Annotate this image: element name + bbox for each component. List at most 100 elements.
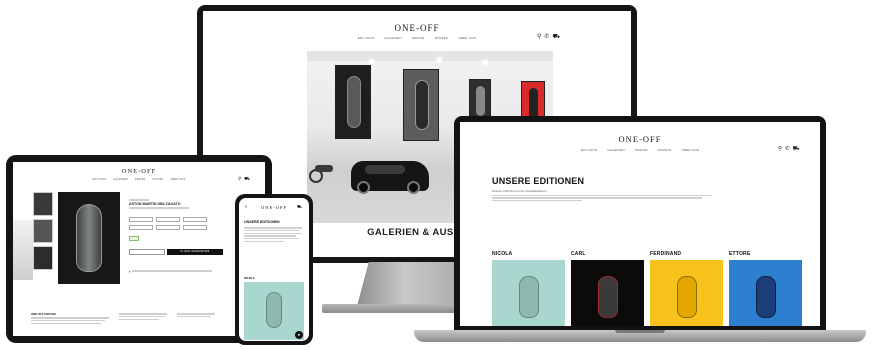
frame-option[interactable] xyxy=(156,224,180,230)
editions-intro xyxy=(244,226,304,243)
car-topview xyxy=(76,204,102,272)
ceiling xyxy=(307,51,553,61)
truck-icon: ▪ xyxy=(129,268,131,274)
search-icon[interactable]: ⚲ xyxy=(537,33,541,41)
site-logo[interactable]: ONE-OFF xyxy=(203,23,631,33)
wall-artwork xyxy=(335,65,371,139)
edition-name: FERDINAND xyxy=(650,251,682,257)
edition-name: ETTORE xyxy=(729,251,751,257)
edition-card-ferdinand[interactable]: FERDINAND xyxy=(650,251,723,326)
nav-item-wissen[interactable]: WISSEN xyxy=(435,36,449,40)
site-logo[interactable]: ONE-OFF xyxy=(13,168,265,175)
info-blocks: ONE-OFF EDITION xyxy=(31,312,231,336)
phone-icon[interactable]: ✆ xyxy=(785,146,790,153)
nav-item-editions[interactable]: EDITIONS xyxy=(93,178,107,181)
nav-item-editions[interactable]: EDITIONS xyxy=(358,36,375,40)
laptop-screen: ONE-OFF EDITIONS GALERIEN PREISE WISSEN … xyxy=(460,122,820,326)
ceiling-light xyxy=(437,57,442,62)
tablet-screen: ONE-OFF EDITIONS GALERIEN PREISE WISSEN … xyxy=(13,162,265,336)
main-nav: EDITIONS GALERIEN PREISE WISSEN ÜBER UNS xyxy=(13,178,265,181)
smartphone: ONE-OFF ≡ ⛟ UNSERE EDITIONEN NICOLA ● xyxy=(235,194,313,345)
edition-image[interactable] xyxy=(729,260,802,326)
wall-artwork xyxy=(469,79,491,121)
phone-screen: ONE-OFF ≡ ⛟ UNSERE EDITIONEN NICOLA ● xyxy=(239,198,309,341)
phone-icon[interactable]: ✆ xyxy=(544,33,549,41)
nav-item-galerien[interactable]: GALERIEN xyxy=(607,148,625,152)
search-icon[interactable]: ⚲ xyxy=(238,176,241,183)
header-icons: ⚲ ✆ ⛟ xyxy=(537,33,560,41)
edition-card-ettore[interactable]: ETTORE xyxy=(729,251,802,326)
editions-heading: UNSERE EDITIONEN xyxy=(244,220,280,224)
add-to-cart-button[interactable]: IN DEN WARENKORB xyxy=(167,248,223,255)
nav-item-preise[interactable]: PREISE xyxy=(635,148,648,152)
shipping-note: ▪ xyxy=(129,269,225,274)
size-option[interactable] xyxy=(129,216,153,222)
black-car xyxy=(351,161,429,194)
thumbnail[interactable] xyxy=(33,219,53,243)
header-icons: ⚲ ✆ ⛟ xyxy=(778,146,800,153)
menu-icon[interactable]: ≡ xyxy=(245,204,247,209)
size-option[interactable] xyxy=(156,216,180,222)
edition-image[interactable] xyxy=(571,260,644,326)
nav-item-wissen[interactable]: WISSEN xyxy=(658,148,672,152)
nav-item-editions[interactable]: EDITIONS xyxy=(581,148,598,152)
frame-options xyxy=(129,224,225,230)
laptop-notch xyxy=(615,330,665,333)
nav-item-wissen[interactable]: WISSEN xyxy=(152,178,163,181)
frame-option[interactable] xyxy=(183,224,207,230)
nav-item-preise[interactable]: PREISE xyxy=(135,178,146,181)
cart-icon[interactable]: ⛟ xyxy=(793,146,800,153)
product-image[interactable] xyxy=(58,192,120,284)
edition-card-carl[interactable]: CARL xyxy=(571,251,644,326)
edition-image[interactable] xyxy=(244,282,304,340)
quantity-field[interactable] xyxy=(129,248,165,255)
edition-image[interactable] xyxy=(492,260,565,326)
info-block: ONE-OFF EDITION xyxy=(31,312,111,336)
laptop: ONE-OFF EDITIONS GALERIEN PREISE WISSEN … xyxy=(454,116,826,332)
nav-item-ueber-uns[interactable]: ÜBER UNS xyxy=(171,178,186,181)
tablet: ONE-OFF EDITIONS GALERIEN PREISE WISSEN … xyxy=(6,155,272,343)
info-block xyxy=(177,312,217,336)
edition-card-nicola[interactable]: NICOLA xyxy=(492,251,565,326)
car-topview xyxy=(518,276,539,318)
car-topview xyxy=(266,292,282,328)
cart-icon[interactable]: ⛟ xyxy=(552,33,560,41)
product-title: ASTON MARTIN DB4 ZAGATO xyxy=(129,201,181,206)
chat-button[interactable]: ● xyxy=(295,331,303,339)
cart-icon[interactable]: ⛟ xyxy=(297,204,302,210)
thumbnail-list xyxy=(33,192,53,282)
size-options xyxy=(129,216,225,222)
nav-item-ueber-uns[interactable]: ÜBER UNS xyxy=(458,36,476,40)
edition-image[interactable] xyxy=(650,260,723,326)
thumbnail[interactable] xyxy=(33,246,53,270)
nav-item-preise[interactable]: PREISE xyxy=(412,36,425,40)
info-block xyxy=(119,312,169,336)
main-nav: EDITIONS GALERIEN PREISE WISSEN ÜBER UNS xyxy=(203,36,631,40)
frame-option[interactable] xyxy=(129,224,153,230)
availability-badge xyxy=(129,235,139,241)
nav-item-galerien[interactable]: GALERIEN xyxy=(113,178,128,181)
search-icon[interactable]: ⚲ xyxy=(778,146,782,153)
site-logo[interactable]: ONE-OFF xyxy=(460,134,820,144)
wall-artwork xyxy=(403,69,439,141)
editions-heading: UNSERE EDITIONEN xyxy=(492,176,585,186)
car-topview xyxy=(597,276,618,318)
nav-item-galerien[interactable]: GALERIEN xyxy=(384,36,402,40)
edition-name: CARL xyxy=(571,251,586,257)
cart-icon[interactable]: ⛟ xyxy=(244,176,250,183)
ceiling-light xyxy=(369,59,374,64)
info-block-title: ONE-OFF EDITION xyxy=(31,312,56,316)
side-photo xyxy=(13,220,33,280)
ceiling-light xyxy=(483,60,488,65)
editions-intro: Entdeckt ONE-OFF und ihre Wandbildeditio… xyxy=(492,190,722,203)
nav-item-ueber-uns[interactable]: ÜBER UNS xyxy=(681,148,699,152)
product-info: ASTON MARTIN DB4 ZAGATO IN DEN WARENKORB… xyxy=(129,198,225,274)
car-topview xyxy=(676,276,697,318)
purchase-row: IN DEN WARENKORB xyxy=(129,248,225,255)
size-option[interactable] xyxy=(183,216,207,222)
edition-name: NICOLA xyxy=(244,276,255,280)
motorcycle xyxy=(307,155,337,185)
thumbnail[interactable] xyxy=(33,192,53,216)
editions-intro-text: Entdeckt ONE-OFF und ihre Wandbildeditio… xyxy=(492,190,547,193)
edition-name: NICOLA xyxy=(492,251,513,257)
